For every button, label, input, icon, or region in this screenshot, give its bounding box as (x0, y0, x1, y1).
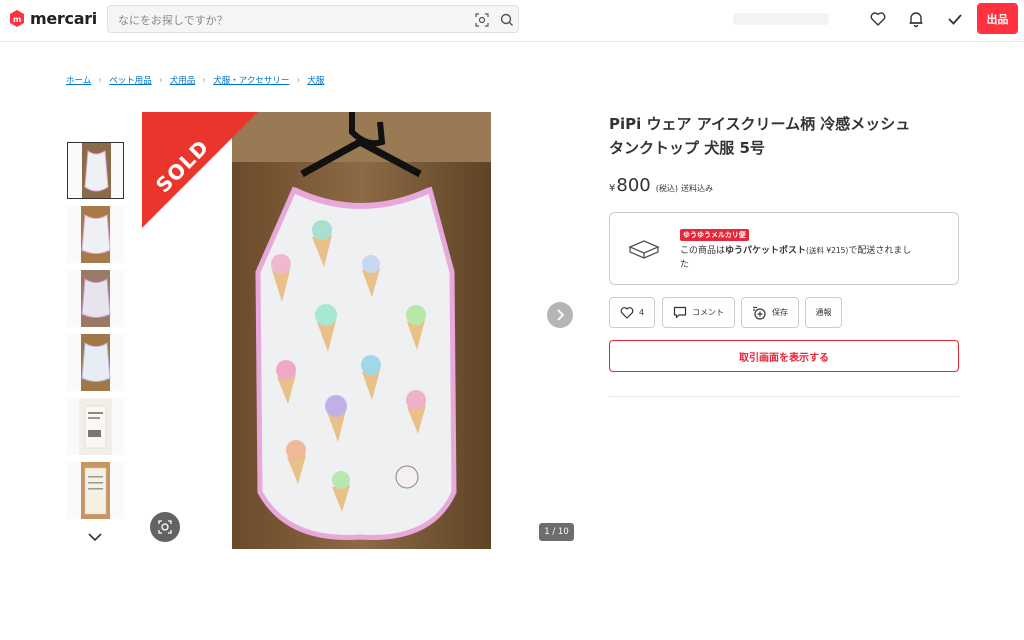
thumbnail-6[interactable] (67, 462, 124, 519)
logo-text: mercari (30, 8, 97, 28)
save-button[interactable]: 保存 (741, 297, 799, 328)
heart-icon (620, 307, 634, 319)
chevron-down-icon[interactable] (87, 531, 103, 543)
price-row: ¥ 800 (税込) 送料込み (609, 175, 713, 196)
item-price: 800 (616, 175, 651, 196)
breadcrumb-home[interactable]: ホーム (66, 74, 91, 86)
product-photo (232, 112, 491, 549)
svg-text:m: m (13, 15, 21, 24)
item-title-line2: タンクトップ 犬服 5号 (609, 139, 765, 157)
image-lens-button[interactable] (150, 512, 180, 542)
checkmark-icon[interactable] (945, 9, 965, 29)
comment-button[interactable]: コメント (662, 297, 735, 328)
shipping-fee: (送料 ¥215) (806, 246, 849, 255)
thumbnail-1[interactable] (67, 142, 124, 199)
chevron-right-icon: › (202, 74, 207, 86)
item-title: PiPi ウェア アイスクリーム柄 冷感メッシュ タンクトップ 犬服 5号 (609, 112, 969, 160)
shipping-text-line2: た (680, 260, 690, 270)
section-divider (609, 396, 959, 397)
site-header: m mercari 出品 (0, 0, 1024, 42)
save-plus-icon (753, 306, 766, 320)
like-button[interactable]: 4 (609, 297, 655, 328)
mercari-logo-icon: m (10, 10, 24, 27)
tax-label: (税込) (655, 184, 678, 193)
lens-scan-icon (158, 520, 172, 534)
chevron-right-icon (557, 309, 565, 321)
thumbnail-list (67, 142, 125, 526)
bell-icon[interactable] (906, 9, 926, 29)
heart-icon[interactable] (868, 9, 888, 29)
comment-label: コメント (692, 308, 724, 317)
sold-ribbon (142, 112, 258, 228)
image-counter: 1 / 10 (539, 523, 574, 541)
like-count: 4 (638, 308, 645, 317)
search-box[interactable] (107, 5, 519, 33)
save-label: 保存 (772, 308, 788, 317)
comment-icon (673, 306, 687, 319)
breadcrumb-pet-supplies[interactable]: ペット用品 (109, 74, 152, 86)
shipping-included-label: 送料込み (680, 184, 713, 193)
sell-button[interactable]: 出品 (977, 3, 1018, 34)
shipping-description: この商品はゆうパケットポスト(送料 ¥215)で配送されました (680, 244, 950, 272)
breadcrumb: ホーム › ペット用品 › 犬用品 › 犬服・アクセサリー › 犬服 (66, 74, 324, 87)
breadcrumb-dog-clothes-accessories[interactable]: 犬服・アクセサリー (213, 74, 289, 86)
dog-tank-top-image (232, 112, 491, 549)
thumbnail-2[interactable] (67, 206, 124, 263)
search-icon[interactable] (499, 12, 515, 28)
view-transaction-button[interactable]: 取引画面を表示する (609, 340, 959, 372)
chevron-right-icon: › (98, 74, 103, 86)
image-search-icon[interactable] (474, 12, 490, 28)
account-menu-placeholder (733, 13, 829, 25)
next-image-button[interactable] (547, 302, 573, 328)
thumbnail-3[interactable] (67, 270, 124, 327)
shipping-method-badge: ゆうゆうメルカリ便 (680, 229, 749, 241)
breadcrumb-dog-supplies[interactable]: 犬用品 (170, 74, 196, 86)
shipping-info-box: ゆうゆうメルカリ便 この商品はゆうパケットポスト(送料 ¥215)で配送されまし… (609, 212, 959, 285)
search-input[interactable] (118, 10, 458, 30)
shipping-text-post: で配送されまし (848, 246, 912, 256)
item-title-line1: PiPi ウェア アイスクリーム柄 冷感メッシュ (609, 115, 911, 133)
mercari-logo[interactable]: m mercari (8, 8, 97, 28)
thumbnail-4[interactable] (67, 334, 124, 391)
chevron-right-icon: › (296, 74, 301, 86)
shipping-text-pre: この商品は (680, 246, 726, 256)
shipping-method: ゆうパケットポスト (725, 246, 807, 256)
breadcrumb-dog-clothes[interactable]: 犬服 (307, 74, 324, 86)
main-product-image[interactable]: SOLD (142, 112, 580, 549)
thumbnail-5[interactable] (67, 398, 124, 455)
chevron-right-icon: › (158, 74, 163, 86)
report-button[interactable]: 通報 (805, 297, 842, 328)
currency-symbol: ¥ (609, 183, 616, 194)
report-label: 通報 (815, 308, 832, 317)
package-icon (628, 240, 660, 259)
